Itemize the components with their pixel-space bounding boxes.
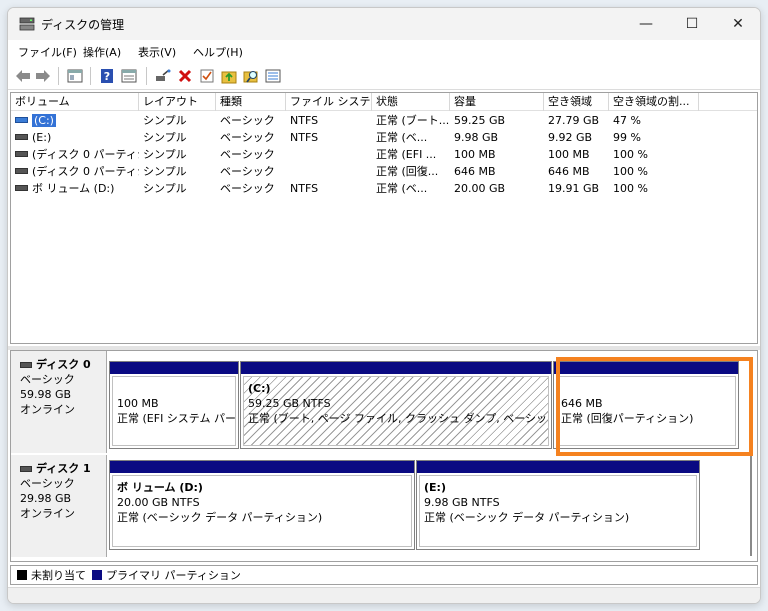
menu-action[interactable]: 操作(A) <box>83 44 121 60</box>
title-bar: ディスクの管理 — ☐ ✕ <box>8 8 760 40</box>
table-row[interactable]: (C:) シンプル ベーシック NTFS 正常 (ブート... 59.25 GB… <box>11 112 757 129</box>
drive-icon <box>15 185 28 191</box>
menu-file[interactable]: ファイル(F) <box>18 44 77 60</box>
check-icon[interactable] <box>198 68 216 84</box>
disk-graph-view: ディスク 0 ベーシック 59.98 GB オンライン 100 MB 正常 (E… <box>10 350 758 562</box>
close-button[interactable]: ✕ <box>715 8 760 40</box>
console-tree-icon[interactable] <box>66 68 84 84</box>
drive-icon <box>15 151 28 157</box>
disk-management-app-icon <box>19 17 35 31</box>
legend: 未割り当て プライマリ パーティション <box>10 565 758 585</box>
column-header-filesystem[interactable]: ファイル システム <box>286 93 372 111</box>
connect-icon[interactable] <box>154 68 172 84</box>
unallocated-swatch <box>17 570 27 580</box>
minimize-icon: — <box>639 16 653 32</box>
column-header-type[interactable]: 種類 <box>216 93 286 111</box>
menu-help[interactable]: ヘルプ(H) <box>193 44 243 60</box>
list-icon[interactable] <box>264 68 282 84</box>
window-title: ディスクの管理 <box>41 18 125 32</box>
partition-d[interactable]: ボ リューム (D:) 20.00 GB NTFS 正常 (ベーシック データ … <box>109 460 415 550</box>
forward-arrow-icon[interactable] <box>34 68 52 84</box>
drive-icon <box>15 117 28 123</box>
drive-icon <box>15 168 28 174</box>
partition-recovery[interactable]: 646 MB 正常 (回復パーティション) <box>553 361 739 449</box>
column-header-layout[interactable]: レイアウト <box>139 93 216 111</box>
toolbar: ? <box>8 62 760 90</box>
folder-up-icon[interactable] <box>220 68 238 84</box>
disk-icon <box>20 361 32 368</box>
drive-icon <box>15 134 28 140</box>
disk-1-label[interactable]: ディスク 1 ベーシック 29.98 GB オンライン <box>11 455 107 557</box>
column-header-free-space[interactable]: 空き領域 <box>544 93 609 111</box>
minimize-button[interactable]: — <box>623 8 669 40</box>
table-row[interactable]: (ディスク 0 パーティシ... シンプル ベーシック 正常 (回復... 64… <box>11 163 757 180</box>
delete-icon[interactable] <box>176 68 194 84</box>
maximize-button[interactable]: ☐ <box>669 8 715 40</box>
partition-efi[interactable]: 100 MB 正常 (EFI システム パーテ <box>109 361 239 449</box>
partition-e[interactable]: (E:) 9.98 GB NTFS 正常 (ベーシック データ パーティション) <box>416 460 700 550</box>
table-row[interactable]: ボ リューム (D:) シンプル ベーシック NTFS 正常 (ベ... 20.… <box>11 180 757 197</box>
legend-unallocated: 未割り当て <box>31 569 86 582</box>
back-arrow-icon[interactable] <box>14 68 32 84</box>
menu-view[interactable]: 表示(V) <box>138 44 176 60</box>
svg-text:?: ? <box>104 70 110 83</box>
volume-list: ボリューム レイアウト 種類 ファイル システム 状態 容量 空き領域 空き領域… <box>10 92 758 344</box>
table-row[interactable]: (E:) シンプル ベーシック NTFS 正常 (ベ... 9.98 GB 9.… <box>11 129 757 146</box>
status-bar <box>8 587 760 603</box>
menu-bar: ファイル(F) 操作(A) 表示(V) ヘルプ(H) <box>8 40 760 62</box>
search-folder-icon[interactable] <box>242 68 260 84</box>
disk-management-window: ディスクの管理 — ☐ ✕ ファイル(F) 操作(A) 表示(V) ヘルプ(H)… <box>7 7 761 604</box>
column-header-status[interactable]: 状態 <box>372 93 450 111</box>
disk-0-label[interactable]: ディスク 0 ベーシック 59.98 GB オンライン <box>11 351 107 453</box>
table-row[interactable]: (ディスク 0 パーティシ... シンプル ベーシック 正常 (EFI ... … <box>11 146 757 163</box>
volume-list-header: ボリューム レイアウト 種類 ファイル システム 状態 容量 空き領域 空き領域… <box>11 93 757 111</box>
help-icon[interactable]: ? <box>98 68 116 84</box>
column-header-volume[interactable]: ボリューム <box>11 93 139 111</box>
primary-partition-swatch <box>92 570 102 580</box>
partition-c[interactable]: (C:) 59.25 GB NTFS 正常 (ブート, ページ ファイル, クラ… <box>240 361 552 449</box>
legend-primary: プライマリ パーティション <box>106 569 241 582</box>
disk-icon <box>20 465 32 472</box>
close-icon: ✕ <box>732 16 744 32</box>
graph-scrollbar[interactable] <box>748 368 754 558</box>
maximize-icon: ☐ <box>685 16 699 32</box>
properties-icon[interactable] <box>120 68 138 84</box>
column-header-capacity[interactable]: 容量 <box>450 93 544 111</box>
column-header-free-percent[interactable]: 空き領域の割... <box>609 93 699 111</box>
